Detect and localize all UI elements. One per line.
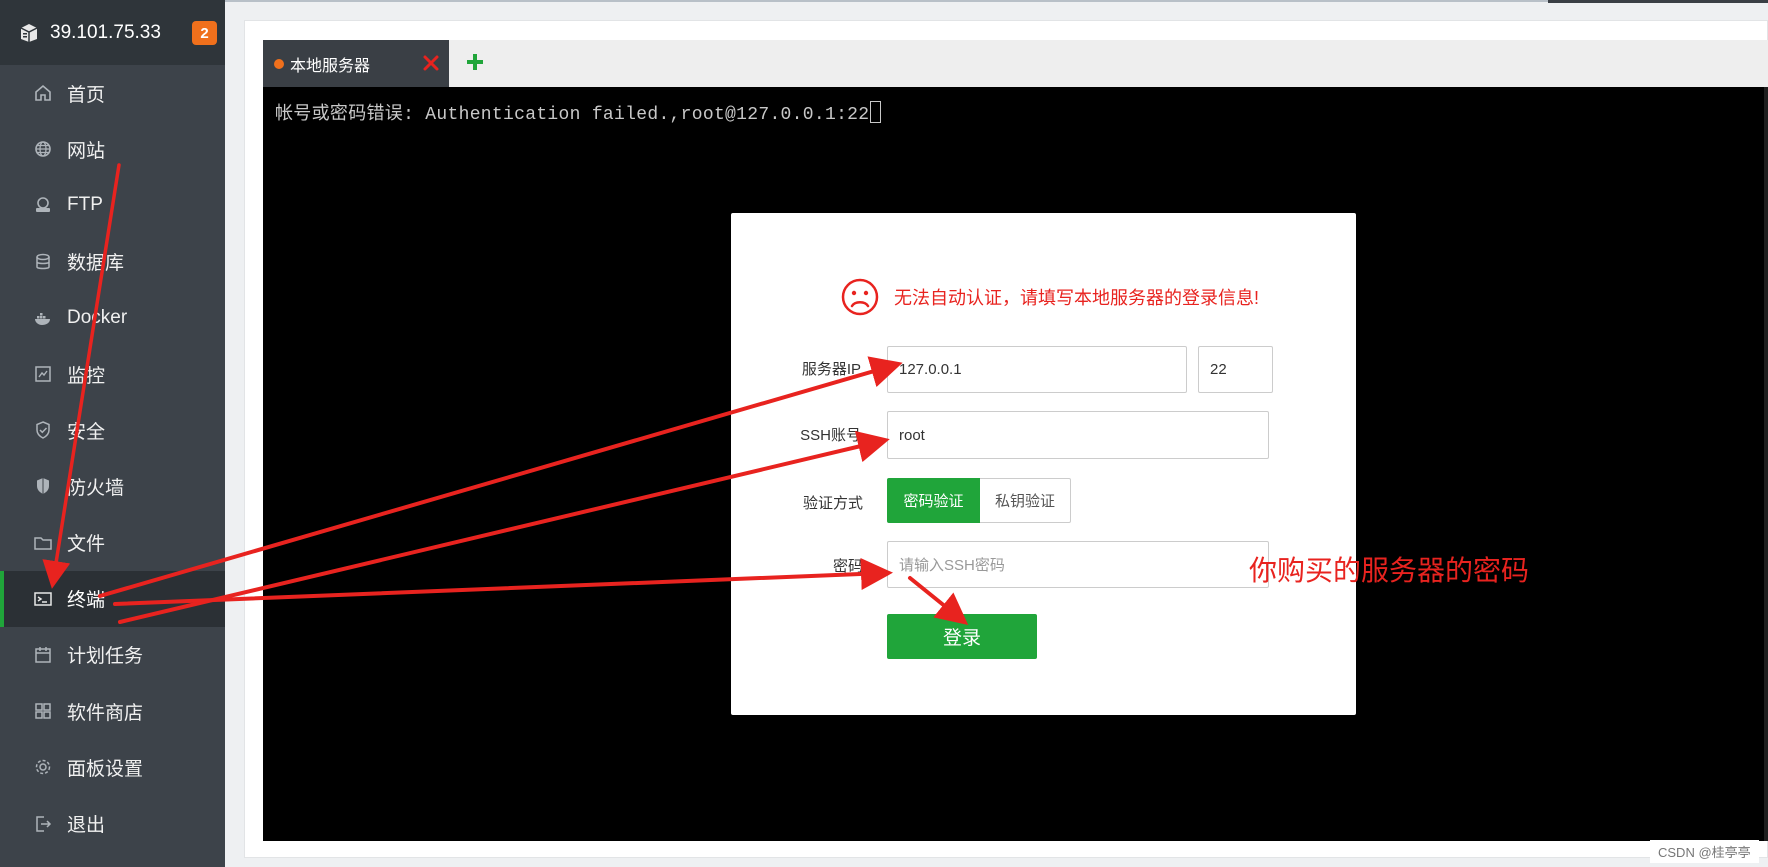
terminal-scrollbar[interactable] bbox=[1764, 87, 1768, 841]
password-input[interactable]: 请输入SSH密码 bbox=[887, 541, 1269, 588]
auth-method-label: 验证方式 bbox=[802, 495, 863, 512]
monitor-icon bbox=[33, 364, 53, 384]
sidebar: 39.101.75.33 2 首页 网站 FTP 数据库 Docker 监控 安… bbox=[0, 0, 225, 867]
folder-icon bbox=[33, 533, 53, 553]
tab-bar bbox=[263, 40, 1768, 87]
annotation-note: 你购买的服务器的密码 bbox=[1249, 555, 1530, 586]
terminal-output: 帐号或密码错误: Authentication failed.,root@127… bbox=[275, 99, 882, 125]
sidebar-item-label: 网站 bbox=[67, 140, 106, 162]
error-message-row: 无法自动认证，请填写本地服务器的登录信息! bbox=[840, 277, 1259, 317]
status-dot bbox=[274, 58, 284, 69]
sidebar-item-ftp[interactable]: FTP bbox=[0, 177, 225, 233]
sidebar-item-label: 监控 bbox=[67, 365, 106, 387]
globe-icon bbox=[33, 139, 53, 159]
ftp-icon bbox=[33, 195, 53, 215]
top-border-dark bbox=[1548, 0, 1768, 3]
top-border bbox=[225, 0, 1768, 2]
sidebar-item-label: 退出 bbox=[67, 815, 106, 837]
shield-check-icon bbox=[33, 420, 53, 440]
sidebar-item-terminal[interactable]: 终端 bbox=[0, 570, 225, 627]
watermark: CSDN @桂亭亭 bbox=[1650, 840, 1759, 863]
sad-face-icon bbox=[841, 278, 879, 316]
plus-icon[interactable] bbox=[462, 49, 488, 75]
terminal-output-text: 帐号或密码错误: Authentication failed.,root@127… bbox=[275, 105, 870, 125]
server-ip: 39.101.75.33 bbox=[50, 21, 161, 43]
sidebar-item-security[interactable]: 安全 bbox=[0, 402, 225, 458]
sidebar-item-label: 安全 bbox=[67, 421, 106, 443]
sidebar-item-label: 文件 bbox=[67, 534, 106, 556]
sidebar-item-label: 首页 bbox=[67, 84, 106, 106]
sidebar-item-home[interactable]: 首页 bbox=[0, 65, 225, 121]
key-auth-button[interactable]: 私钥验证 bbox=[980, 478, 1071, 523]
terminal-cursor bbox=[870, 101, 882, 123]
firewall-shield-icon bbox=[33, 476, 53, 496]
sidebar-item-label: 计划任务 bbox=[67, 646, 144, 668]
gear-icon bbox=[33, 757, 53, 777]
sidebar-item-database[interactable]: 数据库 bbox=[0, 234, 225, 290]
sidebar-item-firewall[interactable]: 防火墙 bbox=[0, 458, 225, 514]
sidebar-nav: 首页 网站 FTP 数据库 Docker 监控 安全 防火墙 文件 终端 计划任… bbox=[0, 65, 225, 852]
sidebar-item-label: 面板设置 bbox=[67, 758, 144, 780]
sidebar-header: 39.101.75.33 2 bbox=[0, 0, 225, 65]
sidebar-item-label: FTP bbox=[67, 194, 103, 216]
database-icon bbox=[33, 252, 53, 272]
grid-apps-icon bbox=[33, 701, 53, 721]
error-message: 无法自动认证，请填写本地服务器的登录信息! bbox=[894, 288, 1259, 308]
sidebar-item-label: 软件商店 bbox=[67, 702, 144, 724]
login-button[interactable]: 登录 bbox=[887, 614, 1037, 659]
sidebar-item-docker[interactable]: Docker bbox=[0, 290, 225, 346]
sidebar-item-logout[interactable]: 退出 bbox=[0, 795, 225, 851]
ssh-account-input[interactable]: root bbox=[887, 411, 1269, 459]
server-ip-input[interactable]: 127.0.0.1 bbox=[887, 346, 1187, 393]
notification-badge[interactable]: 2 bbox=[192, 21, 217, 45]
tab-label: 本地服务器 bbox=[290, 57, 371, 75]
sidebar-item-label: 防火墙 bbox=[67, 477, 125, 499]
sidebar-item-files[interactable]: 文件 bbox=[0, 515, 225, 571]
home-icon bbox=[33, 83, 53, 103]
terminal-icon bbox=[33, 589, 53, 609]
auth-method-toggle: 密码验证 私钥验证 bbox=[887, 478, 1071, 523]
password-label: 密码 bbox=[832, 558, 863, 575]
password-auth-button[interactable]: 密码验证 bbox=[887, 478, 980, 523]
server-ip-label: 服务器IP bbox=[801, 361, 861, 378]
calendar-icon bbox=[33, 645, 53, 665]
sidebar-item-label: 终端 bbox=[67, 590, 106, 612]
server-icon bbox=[20, 23, 38, 42]
sidebar-item-label: 数据库 bbox=[67, 253, 125, 275]
port-input[interactable]: 22 bbox=[1198, 346, 1273, 393]
tab-local-server[interactable]: 本地服务器 bbox=[263, 40, 449, 87]
sidebar-item-settings[interactable]: 面板设置 bbox=[0, 739, 225, 795]
close-icon[interactable] bbox=[418, 50, 444, 76]
logout-icon bbox=[33, 814, 53, 834]
sidebar-item-website[interactable]: 网站 bbox=[0, 121, 225, 177]
sidebar-item-cron[interactable]: 计划任务 bbox=[0, 627, 225, 683]
sidebar-item-monitor[interactable]: 监控 bbox=[0, 346, 225, 402]
docker-icon bbox=[33, 308, 53, 328]
sidebar-item-label: Docker bbox=[67, 306, 128, 328]
sidebar-item-store[interactable]: 软件商店 bbox=[0, 683, 225, 739]
ssh-account-label: SSH账号 bbox=[800, 427, 861, 444]
